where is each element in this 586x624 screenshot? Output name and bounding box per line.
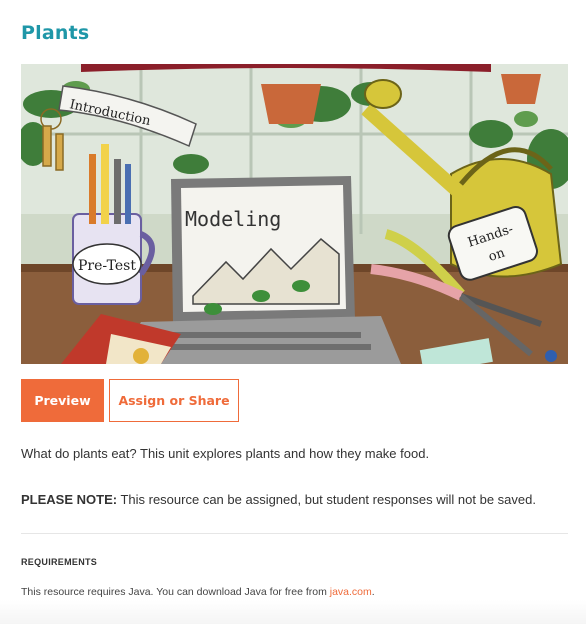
divider <box>21 533 568 534</box>
modeling-label: Modeling <box>185 207 281 231</box>
requirements-body: This resource requires Java. You can dow… <box>21 586 330 598</box>
note-body: This resource can be assigned, but stude… <box>117 492 536 507</box>
resource-page: Plants Pre-Test Introduction Modeling Ha… <box>0 0 586 624</box>
description-text: What do plants eat? This unit explores p… <box>21 446 430 461</box>
hero-image: Pre-Test Introduction Modeling Hands- on <box>21 64 568 364</box>
page-title: Plants <box>21 22 90 44</box>
note-label: PLEASE NOTE: <box>21 492 118 507</box>
requirements-end: . <box>371 586 375 598</box>
assign-or-share-button[interactable]: Assign or Share <box>109 379 239 422</box>
note-text: PLEASE NOTE: This resource can be assign… <box>21 492 536 507</box>
java-link[interactable]: java.com <box>330 586 372 598</box>
action-buttons: Preview Assign or Share <box>21 379 239 422</box>
bottom-fade <box>0 600 586 624</box>
preview-button[interactable]: Preview <box>21 379 104 422</box>
requirements-heading: REQUIREMENTS <box>21 557 98 567</box>
pretest-label: Pre-Test <box>78 258 136 274</box>
requirements-text: This resource requires Java. You can dow… <box>21 586 375 598</box>
